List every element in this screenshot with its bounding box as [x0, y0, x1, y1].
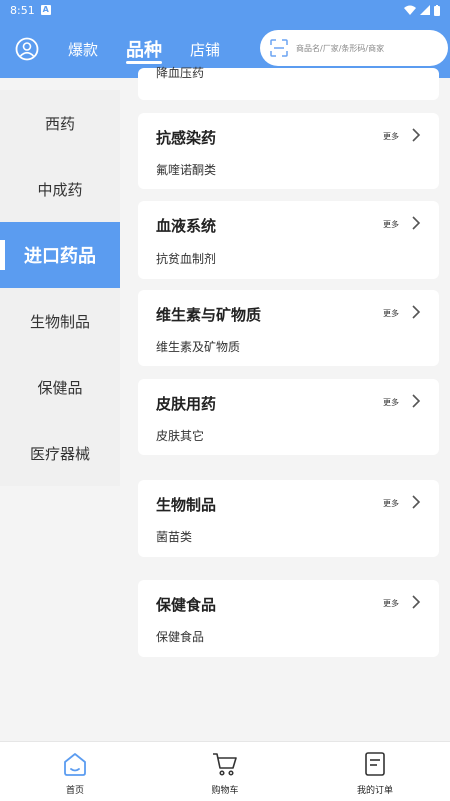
search-placeholder: 商品名/厂家/条形码/商家: [296, 43, 385, 53]
more-link[interactable]: 更多: [383, 598, 399, 609]
scan-icon[interactable]: [270, 39, 288, 57]
subcategory-card[interactable]: 血液系统 更多 抗贫血制剂: [138, 201, 439, 279]
card-subcategory[interactable]: 氟喹诺酮类: [156, 161, 216, 178]
nav-home-label: 首页: [65, 786, 84, 796]
chevron-right-icon[interactable]: [411, 128, 421, 142]
category-sidebar: 西药 中成药 进口药品 生物制品 保健品 医疗器械: [0, 90, 120, 486]
card-title: 生物制品: [156, 496, 217, 514]
subcategory-card-partial[interactable]: 降血压药: [138, 66, 439, 100]
more-link[interactable]: 更多: [383, 498, 399, 509]
subcategory-card[interactable]: 生物制品 更多 菌苗类: [138, 480, 439, 557]
chevron-right-icon[interactable]: [411, 595, 421, 609]
more-link[interactable]: 更多: [383, 397, 399, 408]
card-subcategory[interactable]: 维生素及矿物质: [156, 338, 240, 355]
chevron-right-icon[interactable]: [411, 216, 421, 230]
card-subcategory[interactable]: 菌苗类: [156, 528, 192, 545]
card-title: 皮肤用药: [156, 395, 217, 413]
subcategory-card[interactable]: 皮肤用药 更多 皮肤其它: [138, 379, 439, 455]
sidebar-item-imported-medicine[interactable]: 进口药品: [0, 222, 120, 288]
card-subcategory[interactable]: 抗贫血制剂: [156, 250, 216, 267]
status-time: 8:51: [10, 3, 35, 17]
home-icon: [64, 753, 86, 776]
more-link[interactable]: 更多: [383, 219, 399, 230]
battery-icon: [434, 4, 440, 16]
card-title: 维生素与矿物质: [156, 306, 262, 324]
card-title: 抗感染药: [156, 129, 217, 147]
nav-cart-label: 购物车: [211, 786, 239, 796]
status-icons: [404, 4, 440, 16]
card-subcategory[interactable]: 皮肤其它: [156, 427, 204, 444]
card-title: 保健食品: [156, 596, 217, 614]
wifi-icon: [404, 5, 416, 15]
card-title: 血液系统: [156, 217, 217, 235]
nav-orders-label: 我的订单: [356, 786, 393, 796]
tab-hot[interactable]: 爆款: [68, 20, 98, 78]
chevron-right-icon[interactable]: [411, 495, 421, 509]
notification-icon: A: [40, 5, 51, 15]
sidebar-item-biological-products[interactable]: 生物制品: [0, 288, 120, 354]
card-subcategory: 降血压药: [156, 66, 205, 80]
profile-icon[interactable]: [14, 36, 40, 62]
nav-home[interactable]: 首页: [0, 742, 150, 801]
search-input[interactable]: 商品名/厂家/条形码/商家: [260, 30, 448, 66]
subcategory-card[interactable]: 保健食品 更多 保健食品: [138, 580, 439, 657]
bottom-nav: 首页 购物车 我的订单: [0, 741, 450, 801]
subcategory-card[interactable]: 维生素与矿物质 更多 维生素及矿物质: [138, 290, 439, 366]
sidebar-item-health-products[interactable]: 保健品: [0, 354, 120, 420]
card-subcategory[interactable]: 保健食品: [156, 628, 204, 645]
sidebar-item-medical-devices[interactable]: 医疗器械: [0, 420, 120, 486]
nav-orders[interactable]: 我的订单: [300, 742, 450, 801]
more-link[interactable]: 更多: [383, 131, 399, 142]
chevron-right-icon[interactable]: [411, 394, 421, 408]
more-link[interactable]: 更多: [383, 308, 399, 319]
cart-icon: [213, 753, 237, 776]
subcategory-card[interactable]: 抗感染药 更多 氟喹诺酮类: [138, 113, 439, 189]
status-bar: 8:51 A: [0, 0, 450, 20]
signal-icon: [420, 5, 430, 15]
chevron-right-icon[interactable]: [411, 305, 421, 319]
sidebar-item-western-medicine[interactable]: 西药: [0, 90, 120, 156]
order-icon: [365, 752, 385, 776]
nav-cart[interactable]: 购物车: [150, 742, 300, 801]
sidebar-item-chinese-medicine[interactable]: 中成药: [0, 156, 120, 222]
